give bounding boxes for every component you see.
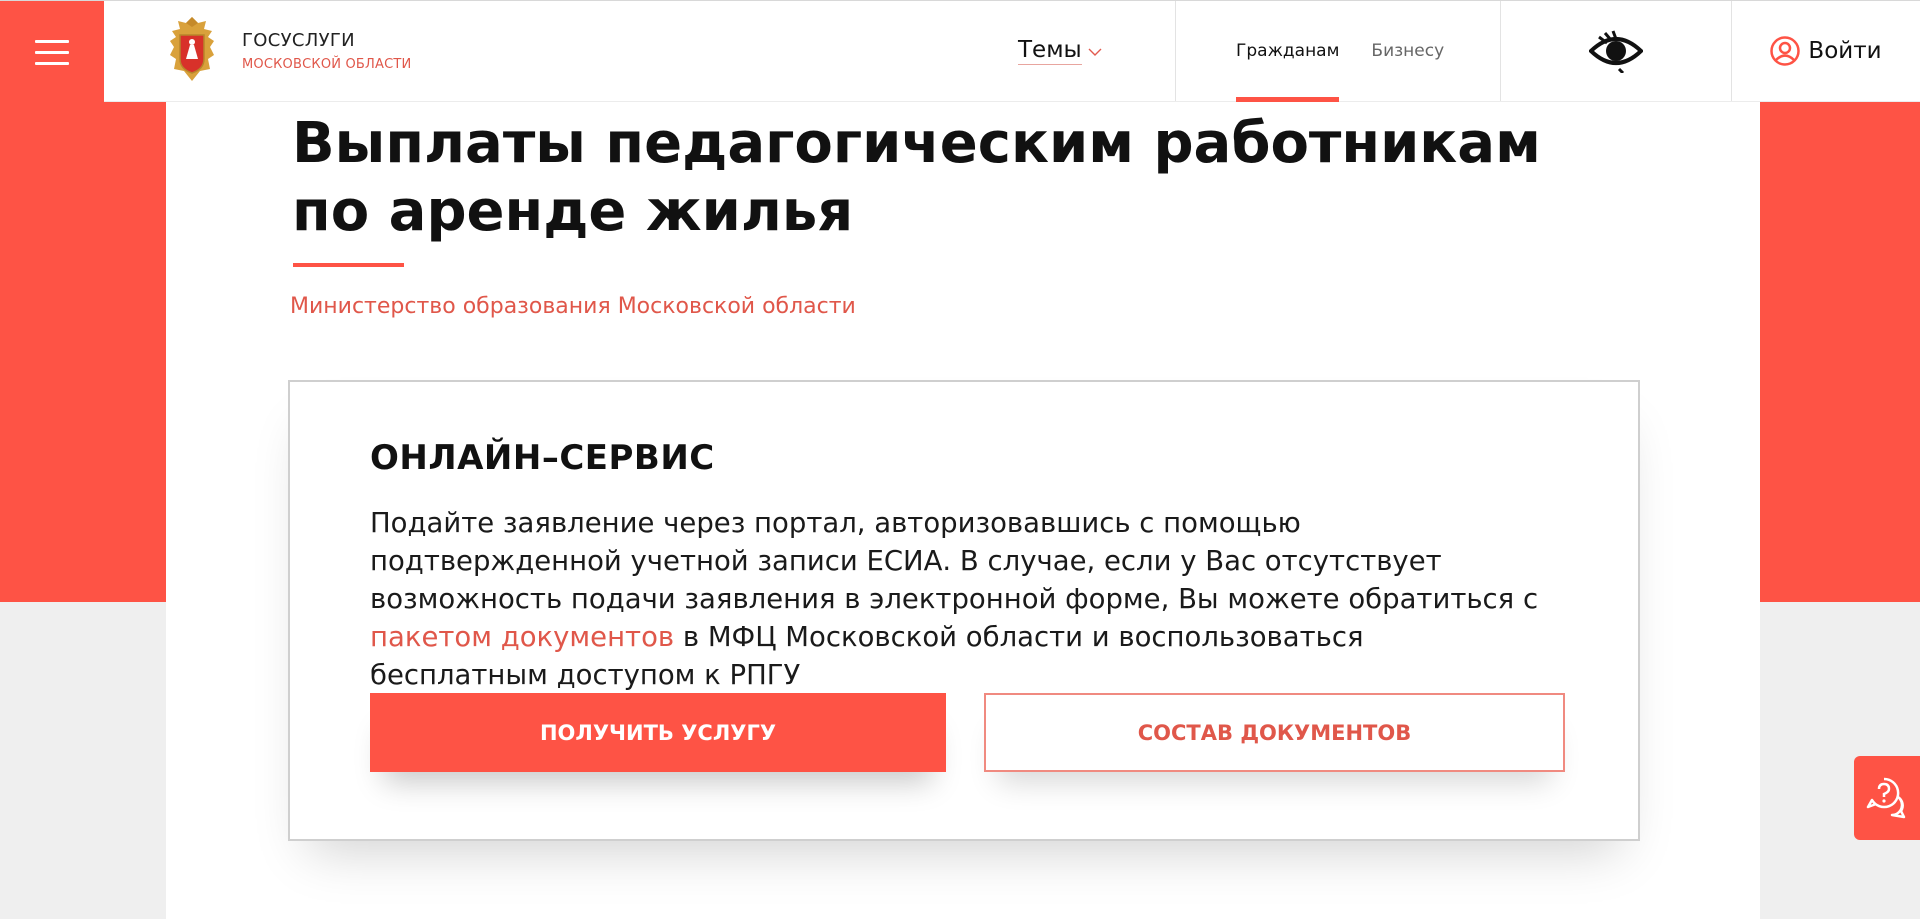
login-button[interactable]: Войти — [1732, 1, 1920, 101]
header-bar: ГОСУСЛУГИ МОСКОВСКОЙ ОБЛАСТИ Темы Гражда… — [104, 1, 1920, 102]
chevron-down-icon — [1088, 45, 1102, 61]
online-service-card: ОНЛАЙН–СЕРВИС Подайте заявление через по… — [288, 380, 1640, 841]
documents-package-link[interactable]: пакетом документов — [370, 621, 674, 653]
logo-subtitle: МОСКОВСКОЙ ОБЛАСТИ — [242, 57, 412, 72]
hamburger-menu-button[interactable] — [0, 1, 104, 103]
tab-citizens[interactable]: Гражданам — [1236, 0, 1340, 102]
get-service-button[interactable]: ПОЛУЧИТЬ УСЛУГУ — [370, 693, 946, 772]
site-logo[interactable]: ГОСУСЛУГИ МОСКОВСКОЙ ОБЛАСТИ — [164, 1, 764, 101]
login-label: Войти — [1808, 38, 1882, 64]
card-text-part-1: Подайте заявление через портал, авторизо… — [370, 507, 1539, 615]
logo-title: ГОСУСЛУГИ — [242, 30, 355, 51]
title-underline — [293, 263, 404, 267]
hamburger-menu-icon-line — [35, 50, 69, 54]
coat-of-arms-icon — [170, 17, 214, 81]
page-title: Выплаты педагогическим работникам по аре… — [292, 111, 1541, 244]
accessibility-button[interactable] — [1501, 1, 1731, 101]
help-chat-icon — [1866, 777, 1906, 819]
topics-dropdown[interactable]: Темы — [1018, 1, 1175, 101]
hamburger-menu-icon-line — [35, 61, 69, 65]
logo-text: ГОСУСЛУГИ МОСКОВСКОЙ ОБЛАСТИ — [242, 30, 411, 72]
tab-business[interactable]: Бизнесу — [1371, 41, 1444, 61]
card-description: Подайте заявление через портал, авторизо… — [370, 504, 1550, 694]
hamburger-menu-icon — [35, 39, 69, 43]
eye-icon — [1589, 30, 1643, 73]
audience-switcher: Гражданам Бизнесу — [1176, 0, 1500, 102]
help-chat-button[interactable] — [1854, 756, 1920, 840]
ministry-name: Министерство образования Московской обла… — [290, 294, 856, 319]
documents-list-button[interactable]: СОСТАВ ДОКУМЕНТОВ — [984, 693, 1565, 772]
card-heading: ОНЛАЙН–СЕРВИС — [370, 438, 715, 478]
user-icon — [1770, 36, 1801, 66]
topics-label: Темы — [1018, 37, 1082, 65]
site-header: ГОСУСЛУГИ МОСКОВСКОЙ ОБЛАСТИ Темы Гражда… — [0, 0, 1920, 103]
